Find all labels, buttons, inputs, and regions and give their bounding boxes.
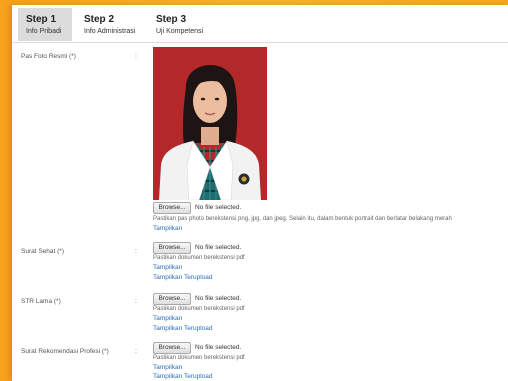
step-label: Uji Kompetensi [156,28,204,35]
label-colon: : [135,248,137,255]
browse-button[interactable]: Browse... [153,342,191,354]
str-lama-show-link[interactable]: Tampilkan [153,315,182,322]
form-panel: Step 1 Info Pribadi Step 2 Info Administ… [12,5,508,381]
step-label: Info Administrasi [84,28,136,35]
field-label-pas-foto: Pas Foto Resmi (*) [21,53,76,60]
surat-sehat-show-uploaded-link[interactable]: Tampilkan Terupload [153,274,213,281]
surat-sehat-show-link[interactable]: Tampilkan [153,264,182,271]
tab-step-1[interactable]: Step 1 Info Pribadi [18,8,72,41]
field-label-str-lama: STR Lama (*) [21,298,61,305]
uploaded-photo-preview [153,47,267,200]
step-number: Step 2 [84,14,115,25]
pas-foto-hint: Pastikan pas photo berekstensi png, jpg,… [153,216,452,222]
portrait-image [153,47,267,200]
pas-foto-show-link[interactable]: Tampilkan [153,225,182,232]
label-colon: : [135,53,137,60]
label-colon: : [135,348,137,355]
file-status: No file selected. [195,244,242,251]
browse-button[interactable]: Browse... [153,202,191,214]
str-lama-hint: Pastikan dokumen berekstensi pdf [153,306,245,312]
file-status: No file selected. [195,204,242,211]
label-colon: : [135,298,137,305]
step-label: Info Pribadi [26,28,62,35]
field-label-surat-sehat: Surat Sehat (*) [21,248,64,255]
surat-sehat-hint: Pastikan dokumen berekstensi pdf [153,255,245,261]
rekomendasi-show-uploaded-link[interactable]: Tampilkan Terupload [153,373,213,380]
rekomendasi-show-link[interactable]: Tampilkan [153,364,182,371]
step-tabs: Step 1 Info Pribadi Step 2 Info Administ… [12,5,508,43]
field-label-rekomendasi: Surat Rekomendasi Profesi (*) [21,348,109,355]
str-lama-show-uploaded-link[interactable]: Tampilkan Terupload [153,325,213,332]
tab-step-2[interactable]: Step 2 Info Administrasi [76,8,146,41]
file-status: No file selected. [195,295,242,302]
file-status: No file selected. [195,344,242,351]
rekomendasi-hint: Pastikan dokumen berekstensi pdf [153,355,245,361]
browse-button[interactable]: Browse... [153,242,191,254]
step-number: Step 1 [26,14,57,25]
step-number: Step 3 [156,14,187,25]
tab-step-3[interactable]: Step 3 Uji Kompetensi [148,8,218,41]
browse-button[interactable]: Browse... [153,293,191,305]
